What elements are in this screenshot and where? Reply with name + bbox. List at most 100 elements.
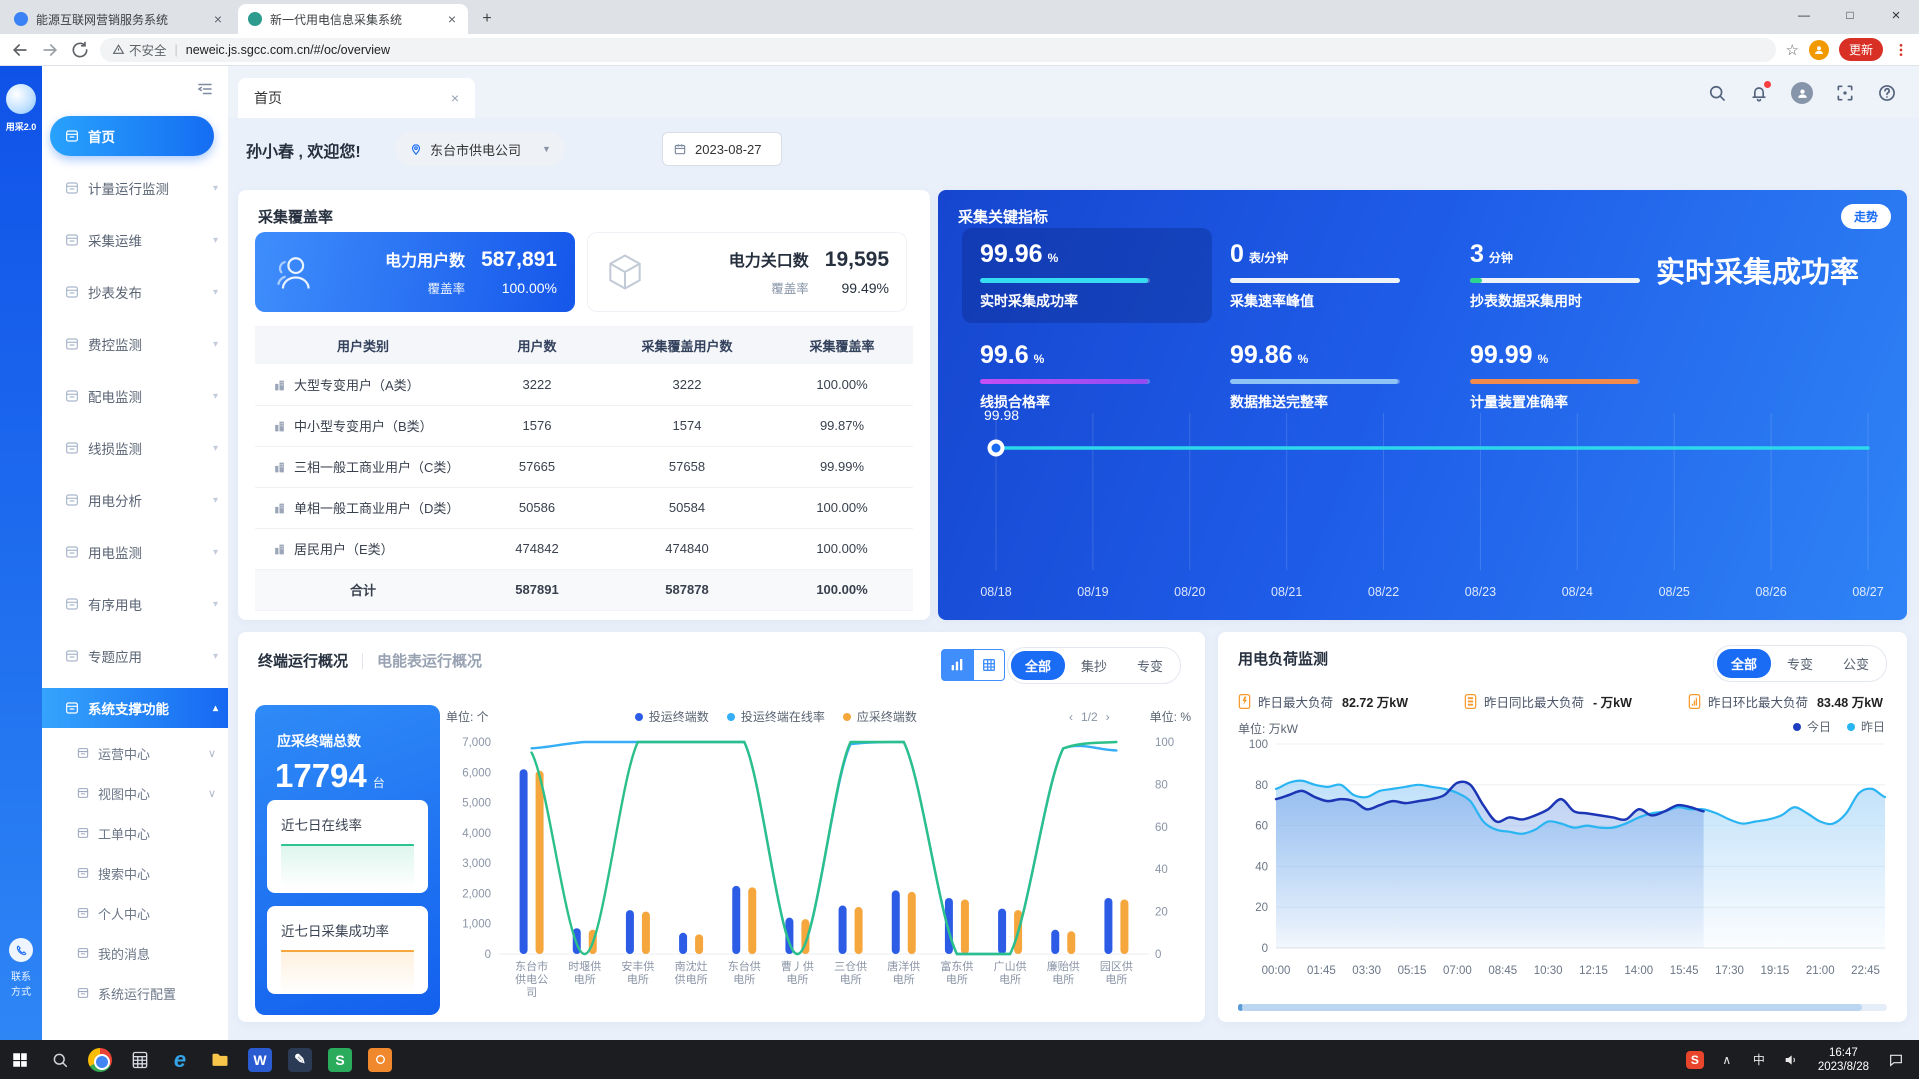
sidebar-icon-3 [64,284,80,300]
fullscreen-scan-icon[interactable] [1835,83,1855,103]
sidebar-subitem-0[interactable]: 运营中心∨ [68,736,228,770]
taskbar-clock[interactable]: 16:47 2023/8/28 [1810,1046,1877,1074]
security-chip[interactable]: 不安全 [112,40,167,59]
sidebar-item-1[interactable]: 计量运行监测▾ [50,168,228,208]
taskbar-chrome-icon[interactable] [80,1040,120,1079]
sidebar-item-5[interactable]: 配电监测▾ [50,376,228,416]
sidebar-item-10[interactable]: 专题应用▾ [50,636,228,676]
sidebar-subitem-4[interactable]: 个人中心 [68,896,228,930]
org-selector[interactable]: 东台市供电公司 ▼ [395,132,565,166]
meter-overview-tab[interactable]: 电能表运行概况 [377,650,482,671]
table-row[interactable]: 合计587891587878100.00% [255,569,913,610]
taskbar-pen-app-icon[interactable]: ✎ [280,1040,320,1079]
terminal-filter-1[interactable]: 集抄 [1067,651,1121,680]
app-tab-home[interactable]: 首页 × [238,78,475,118]
chart-view-button[interactable] [941,649,973,681]
tray-sogou-icon[interactable]: S [1682,1040,1708,1079]
url-bar[interactable]: 不安全 | neweic.js.sgcc.com.cn/#/oc/overvie… [100,38,1776,62]
sidebar-subicon-4 [76,906,90,920]
start-button[interactable] [0,1040,40,1079]
sidebar-subitem-2[interactable]: 工单中心 [68,816,228,850]
taskbar-word-icon[interactable]: W [240,1040,280,1079]
tray-volume-icon[interactable] [1778,1040,1804,1079]
table-view-button[interactable] [973,649,1005,681]
maximize-button[interactable]: □ [1827,0,1873,30]
forward-icon[interactable] [40,40,60,60]
power-users-label: 电力用户数 [329,247,465,271]
terminal-filter-2[interactable]: 专变 [1123,651,1177,680]
table-row[interactable]: 单相一般工商业用户（D类）5058650584100.00% [255,487,913,528]
sidebar-subitem-6[interactable]: 系统运行配置 [68,976,228,1010]
minimize-button[interactable]: — [1781,0,1827,30]
sidebar-item-7[interactable]: 用电分析▾ [50,480,228,520]
sidebar-item-label: 专题应用 [88,646,142,666]
legend-label: 应采终端数 [857,708,917,725]
user-avatar[interactable] [1791,82,1813,104]
date-picker[interactable]: 2023-08-27 [662,132,782,166]
reload-icon[interactable] [70,40,90,60]
sidebar-item-0[interactable]: 首页 [50,116,214,156]
terminal-panel-title[interactable]: 终端运行概况 [258,650,348,671]
sidebar-item-11[interactable]: 系统支撑功能▴ [42,688,228,728]
tray-hidden-icons[interactable]: ∧ [1714,1040,1740,1079]
app-tab-close-icon[interactable]: × [451,90,459,106]
contact-widget[interactable]: 联系 方式 [0,938,42,1000]
taskbar-edge-icon[interactable]: e [160,1040,200,1079]
load-filter-2[interactable]: 公变 [1829,649,1883,678]
help-icon[interactable] [1877,83,1897,103]
load-filter-0[interactable]: 全部 [1717,649,1771,678]
trend-button[interactable]: 走势 [1841,204,1891,229]
taskbar-s-app-icon[interactable]: S [320,1040,360,1079]
pager-next-icon[interactable]: › [1106,710,1110,724]
taskbar-folder-icon[interactable] [200,1040,240,1079]
taskbar-grid-app-icon[interactable] [120,1040,160,1079]
browser-tab-1[interactable]: 能源互联网营销服务系统 × [4,4,234,34]
sidebar-subitem-5[interactable]: 我的消息 [68,936,228,970]
legend-item-2[interactable]: 应采终端数 [843,708,917,725]
sidebar-item-4[interactable]: 费控监测▾ [50,324,228,364]
table-cell: 50584 [603,487,771,528]
building-icon [273,502,286,515]
pager-prev-icon[interactable]: ‹ [1069,710,1073,724]
svg-text:14:00: 14:00 [1624,965,1653,977]
table-cell: 100.00% [771,364,913,405]
svg-text:08/22: 08/22 [1368,585,1399,599]
taskbar-camera-app-icon[interactable] [360,1040,400,1079]
sidebar-icon-7 [64,492,80,508]
search-icon[interactable] [1707,83,1727,103]
tab2-close-icon[interactable]: × [446,11,458,27]
tab1-close-icon[interactable]: × [212,11,224,27]
browser-avatar-icon[interactable] [1809,40,1829,60]
new-tab-button[interactable]: + [474,6,500,32]
sidebar-subitem-3[interactable]: 搜索中心 [68,856,228,890]
load-filter-1[interactable]: 专变 [1773,649,1827,678]
table-row[interactable]: 中小型专变用户（B类）1576157499.87% [255,405,913,446]
sidebar-item-6[interactable]: 线损监测▾ [50,428,228,468]
taskbar-search-icon[interactable] [40,1040,80,1079]
sidebar-subitem-1[interactable]: 视图中心∨ [68,776,228,810]
browser-update-button[interactable]: 更新 [1839,38,1883,61]
legend-item-1[interactable]: 投运终端在线率 [727,708,825,725]
sidebar-item-8[interactable]: 用电监测▾ [50,532,228,572]
table-row[interactable]: 居民用户（E类）474842474840100.00% [255,528,913,569]
svg-text:东台市供电公司: 东台市供电公司 [515,959,548,999]
close-button[interactable]: × [1873,0,1919,30]
notifications-bell-icon[interactable] [1749,83,1769,103]
back-icon[interactable] [10,40,30,60]
tray-ime-icon[interactable]: 中 [1746,1040,1772,1079]
sidebar-item-9[interactable]: 有序用电▾ [50,584,228,624]
legend-item-0[interactable]: 投运终端数 [635,708,709,725]
bookmark-star-icon[interactable]: ☆ [1786,41,1799,59]
collapse-sidebar-icon[interactable] [196,80,214,98]
chevron-down-icon: ▾ [213,599,218,610]
chart-scrollbar[interactable] [1238,1004,1887,1011]
browser-menu-icon[interactable] [1893,42,1909,58]
browser-tab-2[interactable]: 新一代用电信息采集系统 × [238,4,468,34]
action-center-icon[interactable] [1883,1040,1909,1079]
chevron-down-icon: ▾ [213,391,218,402]
table-row[interactable]: 大型专变用户（A类）32223222100.00% [255,364,913,405]
table-row[interactable]: 三相一般工商业用户（C类）576655765899.99% [255,446,913,487]
sidebar-item-3[interactable]: 抄表发布▾ [50,272,228,312]
sidebar-item-2[interactable]: 采集运维▾ [50,220,228,260]
terminal-filter-0[interactable]: 全部 [1011,651,1065,680]
